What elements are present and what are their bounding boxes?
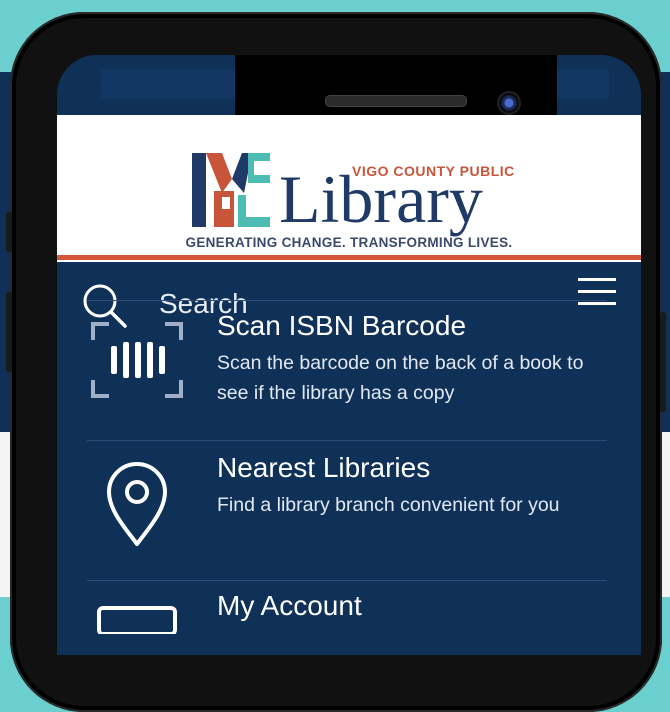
volume-button	[6, 212, 12, 252]
library-logo-mark	[192, 153, 270, 227]
power-button	[660, 312, 666, 412]
account-icon	[97, 606, 177, 634]
barcode-scan-icon	[91, 322, 183, 398]
menu-item-description: Scan the barcode on the back of a book t…	[217, 352, 584, 404]
menu-item-scan-barcode[interactable]: Scan ISBN Barcode Scan the barcode on th…	[57, 300, 641, 440]
phone-frame: VIGO COUNTY PUBLIC Library GENERATING CH…	[6, 12, 666, 712]
menu-item-nearest-libraries[interactable]: Nearest Libraries Find a library branch …	[57, 440, 641, 580]
menu-item-description: Find a library branch convenient for you	[217, 494, 560, 516]
map-pin-icon	[107, 462, 167, 546]
menu-item-title: Scan ISBN Barcode	[217, 310, 467, 341]
menu-item-title: Nearest Libraries	[217, 452, 431, 483]
volume-button	[6, 292, 12, 372]
logo-library-text: Library	[279, 161, 483, 237]
menu-item-my-account[interactable]: My Account	[57, 580, 641, 655]
menu-item-title: My Account	[217, 590, 362, 621]
phone-screen: VIGO COUNTY PUBLIC Library GENERATING CH…	[57, 55, 641, 655]
app-header: VIGO COUNTY PUBLIC Library GENERATING CH…	[57, 115, 641, 262]
header-accent-line	[57, 255, 641, 260]
speaker-grille	[325, 95, 467, 107]
logo-tagline: GENERATING CHANGE. TRANSFORMING LIVES.	[185, 235, 513, 250]
front-camera	[497, 91, 521, 115]
